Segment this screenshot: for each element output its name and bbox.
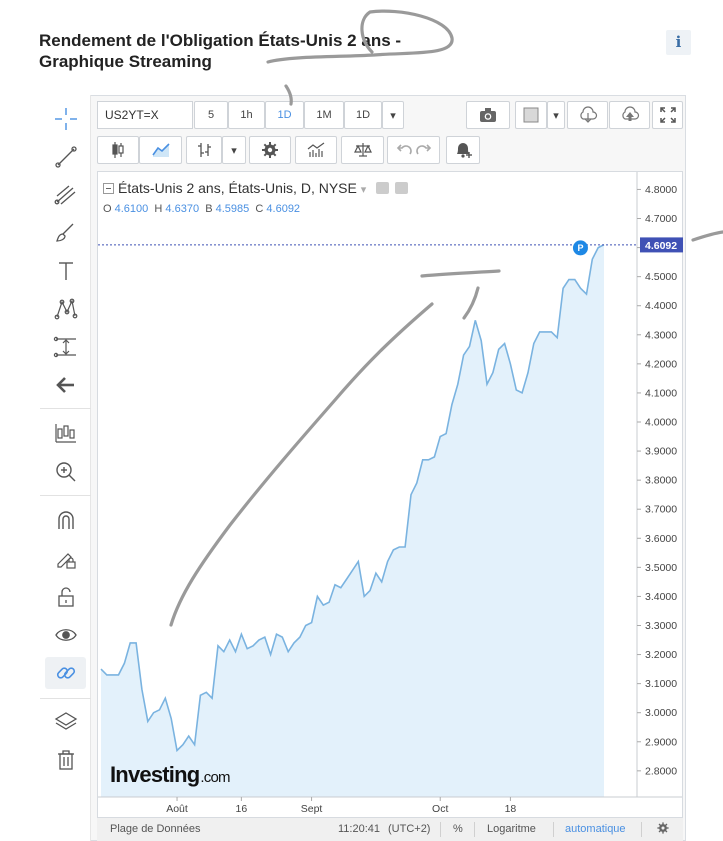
- x-tick-label: 18: [505, 803, 517, 815]
- x-tick-label: Sept: [301, 803, 323, 815]
- y-tick-label: 4.1000: [645, 387, 677, 399]
- low-value: 4.5985: [215, 203, 250, 215]
- last-price-label: 4.6092: [645, 240, 677, 252]
- percent-toggle[interactable]: %: [453, 823, 463, 835]
- auto-scale-toggle[interactable]: automatique: [565, 823, 626, 835]
- last-price-tag: 4.6092: [640, 237, 683, 253]
- y-tick-label: 3.7000: [645, 504, 677, 516]
- y-tick-label: 3.9000: [645, 446, 677, 458]
- status-divider: [641, 822, 642, 837]
- y-tick-label: 3.6000: [645, 533, 677, 545]
- y-tick-label: 4.8000: [645, 184, 677, 196]
- position-marker[interactable]: P: [572, 240, 588, 256]
- status-divider: [440, 822, 441, 837]
- time-axis: Août 16 Sept Oct 18: [166, 797, 516, 815]
- price-axis: 4.80004.70004.60004.50004.40004.30004.20…: [637, 184, 677, 777]
- legend-dropdown-icon[interactable]: ▾: [361, 184, 367, 196]
- legend-settings-icon[interactable]: [395, 182, 409, 194]
- chart-settings-icon[interactable]: [656, 821, 670, 838]
- y-tick-label: 4.4000: [645, 300, 677, 312]
- y-tick-label: 3.0000: [645, 707, 677, 719]
- price-chart: 4.80004.70004.60004.50004.40004.30004.20…: [98, 172, 683, 815]
- open-label: O: [103, 203, 112, 215]
- x-tick-label: 16: [236, 803, 248, 815]
- y-tick-label: 2.8000: [645, 765, 677, 777]
- collapse-icon[interactable]: [103, 183, 114, 194]
- clock-time: 11:20:41: [338, 823, 381, 835]
- status-divider: [553, 822, 554, 837]
- y-tick-label: 3.2000: [645, 649, 677, 661]
- series-title: États-Unis 2 ans, États-Unis, D, NYSE: [118, 180, 357, 196]
- high-label: H: [154, 203, 163, 215]
- y-tick-label: 4.3000: [645, 329, 677, 341]
- position-marker-label: P: [577, 243, 583, 253]
- y-tick-label: 3.4000: [645, 591, 677, 603]
- data-range-button[interactable]: Plage de Données: [110, 823, 201, 835]
- series-legend[interactable]: États-Unis 2 ans, États-Unis, D, NYSE ▾: [103, 180, 409, 196]
- status-divider: [474, 822, 475, 837]
- y-tick-label: 2.9000: [645, 736, 677, 748]
- open-value: 4.6100: [114, 203, 149, 215]
- ohlc-values: O 4.6100 H 4.6370 B 4.5985 C 4.6092: [103, 203, 300, 215]
- legend-eye-icon[interactable]: [376, 182, 390, 194]
- y-tick-label: 3.3000: [645, 620, 677, 632]
- y-tick-label: 3.5000: [645, 562, 677, 574]
- status-bar: Plage de Données 11:20:41 (UTC+2) % Loga…: [97, 818, 683, 841]
- y-tick-label: 4.7000: [645, 213, 677, 225]
- timezone-label[interactable]: (UTC+2): [388, 823, 430, 835]
- low-label: B: [205, 203, 213, 215]
- x-tick-label: Août: [166, 803, 188, 815]
- close-label: C: [255, 203, 264, 215]
- y-tick-label: 4.2000: [645, 358, 677, 370]
- close-value: 4.6092: [266, 203, 301, 215]
- log-toggle[interactable]: Logaritme: [487, 823, 536, 835]
- y-tick-label: 4.0000: [645, 417, 677, 429]
- y-tick-label: 3.1000: [645, 678, 677, 690]
- x-tick-label: Oct: [432, 803, 448, 815]
- price-area-fill: [101, 244, 604, 797]
- high-value: 4.6370: [165, 203, 200, 215]
- y-tick-label: 3.8000: [645, 475, 677, 487]
- y-tick-label: 4.5000: [645, 271, 677, 283]
